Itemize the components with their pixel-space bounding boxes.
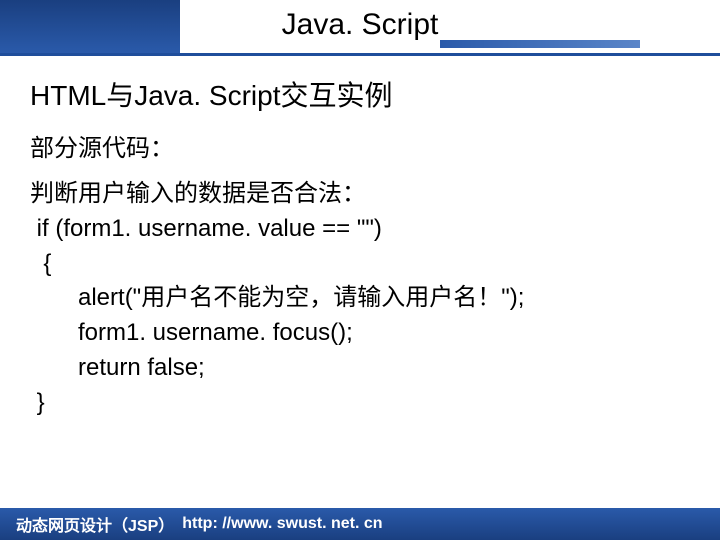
slide-title: Java. Script [282, 8, 439, 42]
title-accent-left [0, 0, 180, 53]
section-title: HTML与Java. Script交互实例 [30, 74, 690, 114]
subheading: 部分源代码： [30, 128, 690, 163]
footer: 动态网页设计（JSP） http: //www. swust. net. cn [0, 508, 720, 540]
code-line-5: return false; [30, 351, 690, 386]
footer-url: http: //www. swust. net. cn [182, 515, 382, 533]
title-accent-right [440, 40, 640, 48]
code-line-1: if (form1. username. value == "") [30, 212, 690, 247]
code-block: 判断用户输入的数据是否合法： if (form1. username. valu… [30, 177, 690, 421]
code-line-6: } [30, 386, 690, 421]
title-bar: Java. Script [0, 0, 720, 56]
content-area: HTML与Java. Script交互实例 部分源代码： 判断用户输入的数据是否… [0, 56, 720, 421]
code-intro: 判断用户输入的数据是否合法： [30, 177, 690, 212]
code-line-4: form1. username. focus(); [30, 316, 690, 351]
code-line-2: { [30, 247, 690, 282]
code-line-3: alert("用户名不能为空，请输入用户名！"); [30, 281, 690, 316]
footer-label: 动态网页设计（JSP） [16, 512, 174, 536]
